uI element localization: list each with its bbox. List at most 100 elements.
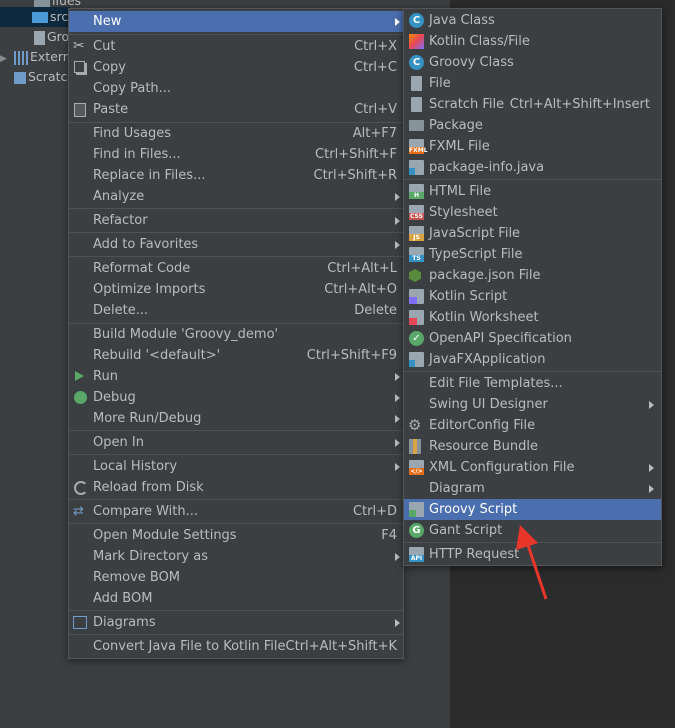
menu-item-more-run-debug[interactable]: More Run/Debug	[69, 408, 403, 429]
menu-item-convert-java-to-kotlin[interactable]: Convert Java File to Kotlin File Ctrl+Al…	[69, 636, 403, 657]
menu-item-replace-in-files[interactable]: Replace in Files... Ctrl+Shift+R	[69, 165, 403, 186]
menu-item-debug[interactable]: Debug	[69, 387, 403, 408]
menu-separator	[69, 610, 403, 611]
submenu-arrow-icon	[649, 485, 654, 493]
new-item-kotlin-script[interactable]: Kotlin Script	[404, 286, 661, 307]
menu-item-open-in[interactable]: Open In	[69, 432, 403, 453]
new-item-scratch-file[interactable]: Scratch File Ctrl+Alt+Shift+Insert	[404, 94, 661, 115]
menu-item-open-module-settings[interactable]: Open Module Settings F4	[69, 525, 403, 546]
submenu-arrow-icon	[395, 394, 400, 402]
menu-item-rebuild[interactable]: Rebuild '<default>' Ctrl+Shift+F9	[69, 345, 403, 366]
menu-separator	[69, 454, 403, 455]
new-item-xml-configuration-file[interactable]: </> XML Configuration File	[404, 457, 661, 478]
menu-item-find-usages[interactable]: Find Usages Alt+F7	[69, 123, 403, 144]
menu-separator	[69, 523, 403, 524]
menu-item-copy-path[interactable]: Copy Path...	[69, 78, 403, 99]
menu-item-analyze[interactable]: Analyze	[69, 186, 403, 207]
menu-item-mark-directory-as[interactable]: Mark Directory as	[69, 546, 403, 567]
annotation-arrow	[516, 525, 548, 600]
reload-icon	[74, 481, 88, 495]
menu-item-reload-from-disk[interactable]: Reload from Disk	[69, 477, 403, 498]
fxml-file-icon: FXML	[409, 139, 428, 154]
menu-item-cut[interactable]: ✂ Cut Ctrl+X	[69, 36, 403, 57]
menu-item-add-to-favorites[interactable]: Add to Favorites	[69, 234, 403, 255]
new-item-editorconfig-file[interactable]: ⚙ EditorConfig File	[404, 415, 661, 436]
html-file-icon: H	[409, 184, 424, 199]
menu-item-build-module[interactable]: Build Module 'Groovy_demo'	[69, 324, 403, 345]
new-item-package-info[interactable]: package-info.java	[404, 157, 661, 178]
gant-script-icon: G	[409, 523, 424, 538]
new-item-swing-ui-designer[interactable]: Swing UI Designer	[404, 394, 661, 415]
menu-item-compare-with[interactable]: ⇄ Compare With... Ctrl+D	[69, 501, 403, 522]
openapi-icon: ✓	[409, 331, 424, 346]
arrow-shaft	[524, 538, 548, 600]
menu-item-remove-bom[interactable]: Remove BOM	[69, 567, 403, 588]
menu-separator	[69, 430, 403, 431]
menu-item-copy[interactable]: Copy Ctrl+C	[69, 57, 403, 78]
menu-separator	[69, 499, 403, 500]
menu-item-run[interactable]: Run	[69, 366, 403, 387]
new-item-file[interactable]: File	[404, 73, 661, 94]
groovy-script-icon	[409, 502, 424, 517]
new-item-package[interactable]: Package	[404, 115, 661, 136]
menu-separator	[69, 256, 403, 257]
java-file-icon	[409, 352, 424, 367]
menu-item-new[interactable]: New	[69, 11, 403, 32]
compare-icon: ⇄	[73, 504, 84, 519]
menu-item-reformat-code[interactable]: Reformat Code Ctrl+Alt+L	[69, 258, 403, 279]
new-item-kotlin-worksheet[interactable]: Kotlin Worksheet	[404, 307, 661, 328]
javascript-file-icon: JS	[409, 226, 424, 241]
typescript-file-icon: TS	[409, 247, 424, 262]
submenu-arrow-icon	[395, 439, 400, 447]
menu-item-delete[interactable]: Delete... Delete	[69, 300, 403, 321]
new-item-javascript-file[interactable]: JS JavaScript File	[404, 223, 661, 244]
menu-separator	[404, 371, 661, 372]
chevron-right-icon[interactable]: ▶	[0, 49, 14, 69]
menu-separator	[69, 34, 403, 35]
tree-item-src[interactable]: src	[0, 7, 70, 27]
new-item-java-class[interactable]: C Java Class	[404, 10, 661, 31]
submenu-arrow-icon	[649, 464, 654, 472]
file-icon	[411, 76, 422, 91]
submenu-arrow-icon	[395, 18, 400, 26]
menu-separator	[69, 634, 403, 635]
new-item-openapi-spec[interactable]: ✓ OpenAPI Specification	[404, 328, 661, 349]
new-item-stylesheet[interactable]: CSS Stylesheet	[404, 202, 661, 223]
menu-item-add-bom[interactable]: Add BOM	[69, 588, 403, 609]
new-item-diagram[interactable]: Diagram	[404, 478, 661, 499]
new-item-html-file[interactable]: H HTML File	[404, 181, 661, 202]
kotlin-icon	[409, 34, 424, 49]
new-item-fxml-file[interactable]: FXML FXML File	[404, 136, 661, 157]
tree-item-scratches[interactable]: Scratc	[14, 67, 67, 87]
menu-item-local-history[interactable]: Local History	[69, 456, 403, 477]
java-file-icon	[409, 160, 424, 175]
new-item-resource-bundle[interactable]: Resource Bundle	[404, 436, 661, 457]
menu-item-diagrams[interactable]: Diagrams	[69, 612, 403, 633]
menu-item-refactor[interactable]: Refactor	[69, 210, 403, 231]
new-item-groovy-class[interactable]: C Groovy Class	[404, 52, 661, 73]
scissors-icon: ✂	[73, 38, 85, 54]
new-item-package-json[interactable]: package.json File	[404, 265, 661, 286]
new-item-typescript-file[interactable]: TS TypeScript File	[404, 244, 661, 265]
run-icon	[75, 371, 84, 381]
tree-item-external-libraries[interactable]: ▶ Extern	[0, 47, 71, 67]
new-item-javafx-application[interactable]: JavaFXApplication	[404, 349, 661, 370]
menu-item-paste[interactable]: Paste Ctrl+V	[69, 99, 403, 120]
project-tree: ilues src Gro ▶ Extern Scratc	[0, 0, 81, 728]
resource-bundle-icon	[409, 439, 421, 454]
scratch-file-icon	[411, 97, 422, 112]
menu-item-optimize-imports[interactable]: Optimize Imports Ctrl+Alt+O	[69, 279, 403, 300]
new-item-kotlin-class[interactable]: Kotlin Class/File	[404, 31, 661, 52]
submenu-arrow-icon	[395, 619, 400, 627]
diagram-icon	[73, 616, 87, 629]
gear-icon: ⚙	[408, 416, 422, 434]
folder-icon	[34, 0, 50, 7]
context-menu: New ✂ Cut Ctrl+X Copy Ctrl+C Copy Path..…	[68, 8, 404, 659]
new-item-edit-file-templates[interactable]: Edit File Templates...	[404, 373, 661, 394]
submenu-arrow-icon	[395, 217, 400, 225]
menu-item-find-in-files[interactable]: Find in Files... Ctrl+Shift+F	[69, 144, 403, 165]
folder-icon	[32, 12, 48, 23]
tree-item-groovy-file[interactable]: Gro	[34, 27, 69, 47]
submenu-arrow-icon	[395, 415, 400, 423]
groovy-file-icon	[34, 30, 45, 45]
